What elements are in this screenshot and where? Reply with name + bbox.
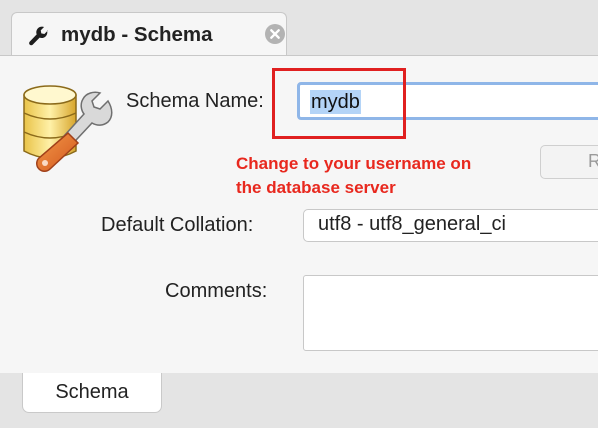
tab-schema[interactable]: Schema — [22, 373, 162, 413]
comments-label: Comments: — [165, 280, 268, 302]
editor-tab-bar: mydb - Schema — [0, 0, 598, 56]
tab-title: mydb - Schema — [61, 23, 213, 46]
comments-textarea[interactable] — [303, 275, 598, 351]
bottom-tab-bar: Schema — [0, 373, 598, 428]
annotation-line-1: Change to your username on — [236, 154, 472, 173]
default-collation-label: Default Collation: — [101, 214, 254, 236]
rename-button[interactable]: R — [540, 145, 598, 179]
database-settings-icon — [23, 85, 113, 172]
schema-name-label: Schema Name: — [126, 90, 264, 112]
wrench-icon — [29, 26, 48, 46]
tab-schema-editor[interactable]: mydb - Schema — [11, 12, 287, 56]
schema-name-value: mydb — [310, 90, 361, 114]
schema-name-input[interactable]: mydb — [297, 82, 598, 120]
close-icon[interactable] — [265, 24, 285, 44]
annotation-line-2: the database server — [236, 178, 396, 197]
schema-editor-panel: Schema Name: mydb Change to your usernam… — [0, 55, 598, 374]
annotation-text: Change to your username on the database … — [236, 152, 536, 200]
default-collation-select[interactable]: utf8 - utf8_general_ci — [303, 209, 598, 242]
